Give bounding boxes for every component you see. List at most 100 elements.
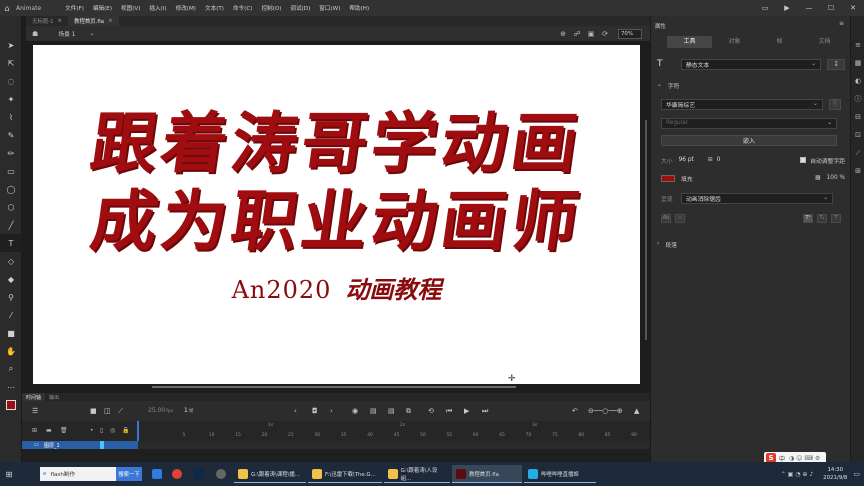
motion-presets-icon[interactable]: ⟋ <box>851 144 864 162</box>
font-link-button[interactable]: ⎘ <box>829 98 841 110</box>
tray-icons[interactable]: ⌃ ▣ ◔ ⊕ ♪ <box>781 471 813 478</box>
menu-commands[interactable]: 命令(C) <box>233 4 252 12</box>
lasso-tool-icon[interactable]: ◌ <box>0 72 22 90</box>
taskbar-app-3[interactable]: G:\跟着涛\人设組... <box>384 465 450 483</box>
line-tool-icon[interactable]: ╱ <box>0 216 22 234</box>
search-text[interactable]: flash制作 <box>50 470 75 478</box>
current-frame[interactable]: 1帧 <box>184 407 193 414</box>
paint-tool-icon[interactable]: ⌇ <box>0 108 22 126</box>
subscript-icon[interactable]: T₁ <box>817 213 827 223</box>
pin-tool-icon[interactable]: ✦ <box>0 90 22 108</box>
tab-frame[interactable]: 帧 <box>757 36 802 48</box>
menu-insert[interactable]: 插入(I) <box>149 4 166 12</box>
taskbar-app-5[interactable]: 哔哩哔哩直播姬 <box>524 465 596 483</box>
menu-file[interactable]: 文件(F) <box>65 4 84 12</box>
mountain-icon[interactable]: ▲ <box>634 407 639 415</box>
taskbar-app-2[interactable]: F:\迅雷下载\The.G... <box>308 465 382 483</box>
align-icon[interactable]: ⊟ <box>851 108 864 126</box>
edit-symbol-icon[interactable]: ☍ <box>570 30 584 38</box>
taskbar-search[interactable]: e flash制作 搜索一下 <box>40 467 142 481</box>
go-to-end-icon[interactable]: ⏭ <box>482 407 488 416</box>
camera-timeline-icon[interactable]: ⧉ <box>406 407 411 416</box>
home-icon[interactable]: ⌂ <box>0 0 14 16</box>
selection-tool-icon[interactable]: ➤ <box>0 36 22 54</box>
new-layer-icon[interactable]: ⊞ <box>32 427 37 434</box>
eye-icon[interactable]: ◎ <box>110 427 115 434</box>
bucket-tool-icon[interactable]: ◆ <box>0 270 22 288</box>
eyedropper-tool-icon[interactable]: ⁄ <box>0 306 22 324</box>
photoshop-icon[interactable] <box>190 465 211 483</box>
notification-icon[interactable]: ▭ <box>853 470 860 478</box>
brush-tool-icon[interactable]: ✎ <box>0 126 22 144</box>
workspace-icon[interactable]: ▭ <box>754 4 776 12</box>
tab-output[interactable]: 输出 <box>45 393 63 401</box>
selectable-icon[interactable]: Ab <box>661 213 671 223</box>
menu-view[interactable]: 视图(V) <box>121 4 140 12</box>
oval-tool-icon[interactable]: ◯ <box>0 180 22 198</box>
go-to-start-icon[interactable]: ⏮ <box>446 407 452 416</box>
embed-button[interactable]: 嵌入 <box>661 134 837 146</box>
outline-icon[interactable]: ▯ <box>100 427 103 434</box>
tab-document[interactable]: 文档 <box>802 36 847 48</box>
info-icon[interactable]: ⓘ <box>851 90 864 108</box>
size-value[interactable]: 96 pt <box>679 157 694 163</box>
collapse-icon[interactable]: ⌄ <box>657 82 662 88</box>
lock-icon[interactable]: 🔒 <box>122 427 129 434</box>
vertical-scrollbar[interactable] <box>645 120 647 340</box>
clock[interactable]: 14:30 2021/9/8 <box>823 466 847 482</box>
rotate-icon[interactable]: ⟳ <box>598 30 612 38</box>
next-keyframe-icon[interactable]: › <box>330 407 333 415</box>
loop-icon[interactable]: ⟲ <box>428 407 434 415</box>
superscript-icon[interactable]: T¹ <box>803 213 813 223</box>
fps-display[interactable]: 25.00fps <box>148 407 173 414</box>
zoom-select[interactable]: 70% <box>618 29 642 39</box>
show-icon[interactable]: • <box>90 427 94 434</box>
text-type-select[interactable]: 静态文本 ⌄ <box>681 58 821 70</box>
layers-icon[interactable]: ☰ <box>32 407 38 415</box>
scene-label[interactable]: 场景 1 <box>58 29 75 38</box>
horizontal-scrollbar[interactable] <box>152 386 516 388</box>
layer-name[interactable]: 图层_1 <box>44 442 60 449</box>
opacity-value[interactable]: 100 % <box>827 175 845 181</box>
layer-color-tag[interactable] <box>100 441 104 449</box>
text-tool-icon[interactable]: T <box>0 234 22 252</box>
minimize-icon[interactable]: — <box>798 4 820 12</box>
fill-color-swatch[interactable] <box>661 174 675 182</box>
frame-tool-icon[interactable]: ▤ <box>370 407 377 415</box>
rectangle-tool-icon[interactable]: ▭ <box>0 162 22 180</box>
components-icon[interactable]: ⊞ <box>851 162 864 180</box>
bone-tool-icon[interactable]: ⚲ <box>0 288 22 306</box>
stage-title-line-1[interactable]: 跟着涛哥学动画 <box>28 105 644 182</box>
stage-title-line-2[interactable]: 成为职业动画师 <box>28 183 644 260</box>
menu-window[interactable]: 窗口(W) <box>319 4 340 12</box>
scene-icon[interactable]: ☗ <box>32 30 38 38</box>
library-icon[interactable]: ▦ <box>851 54 864 72</box>
play-icon[interactable]: ▶ <box>464 407 469 415</box>
menu-debug[interactable]: 调试(D) <box>290 4 310 12</box>
polystar-tool-icon[interactable]: ⬡ <box>0 198 22 216</box>
menu-help[interactable]: 帮助(H) <box>349 4 369 12</box>
frame-tool-icon-2[interactable]: ▤ <box>388 407 395 415</box>
search-button[interactable]: 搜索一下 <box>116 467 142 481</box>
chevron-down-icon[interactable]: ⌄ <box>89 30 94 37</box>
layer-row[interactable]: ▭ 图层_1 <box>22 441 138 449</box>
doc-tab-active[interactable]: 教程首页.fla × <box>68 16 119 26</box>
taskbar-app-4[interactable]: 教程首页.fla <box>452 465 522 483</box>
tab-object[interactable]: 对象 <box>712 36 757 48</box>
ime-tools-icon[interactable]: ◑ ☺ ⌨ ⚙ <box>789 455 820 462</box>
close-icon[interactable]: × <box>108 18 113 24</box>
doc-tab-untitled[interactable]: 无标题-1 × <box>26 16 68 26</box>
menu-modify[interactable]: 修改(M) <box>176 4 196 12</box>
camera-icon[interactable]: ■ <box>90 407 97 415</box>
zoom-slider-icon[interactable]: ⊖──○──⊕ <box>588 407 623 415</box>
stage-subtitle[interactable]: An2020 动画教程 <box>33 278 640 302</box>
windows-start-icon[interactable]: ⊞ <box>0 462 18 486</box>
app-icon[interactable] <box>212 465 233 483</box>
insert-keyframe-icon[interactable]: ◘ <box>312 407 318 415</box>
pencil-tool-icon[interactable]: ✏ <box>0 144 22 162</box>
folder-icon[interactable]: ▬ <box>46 427 52 434</box>
layer-depth-icon[interactable]: ◫ <box>104 407 111 415</box>
maximize-icon[interactable]: ☐ <box>820 4 842 12</box>
font-select[interactable]: 华康简综艺 ⌄ <box>661 98 823 110</box>
close-icon[interactable]: × <box>58 18 63 24</box>
